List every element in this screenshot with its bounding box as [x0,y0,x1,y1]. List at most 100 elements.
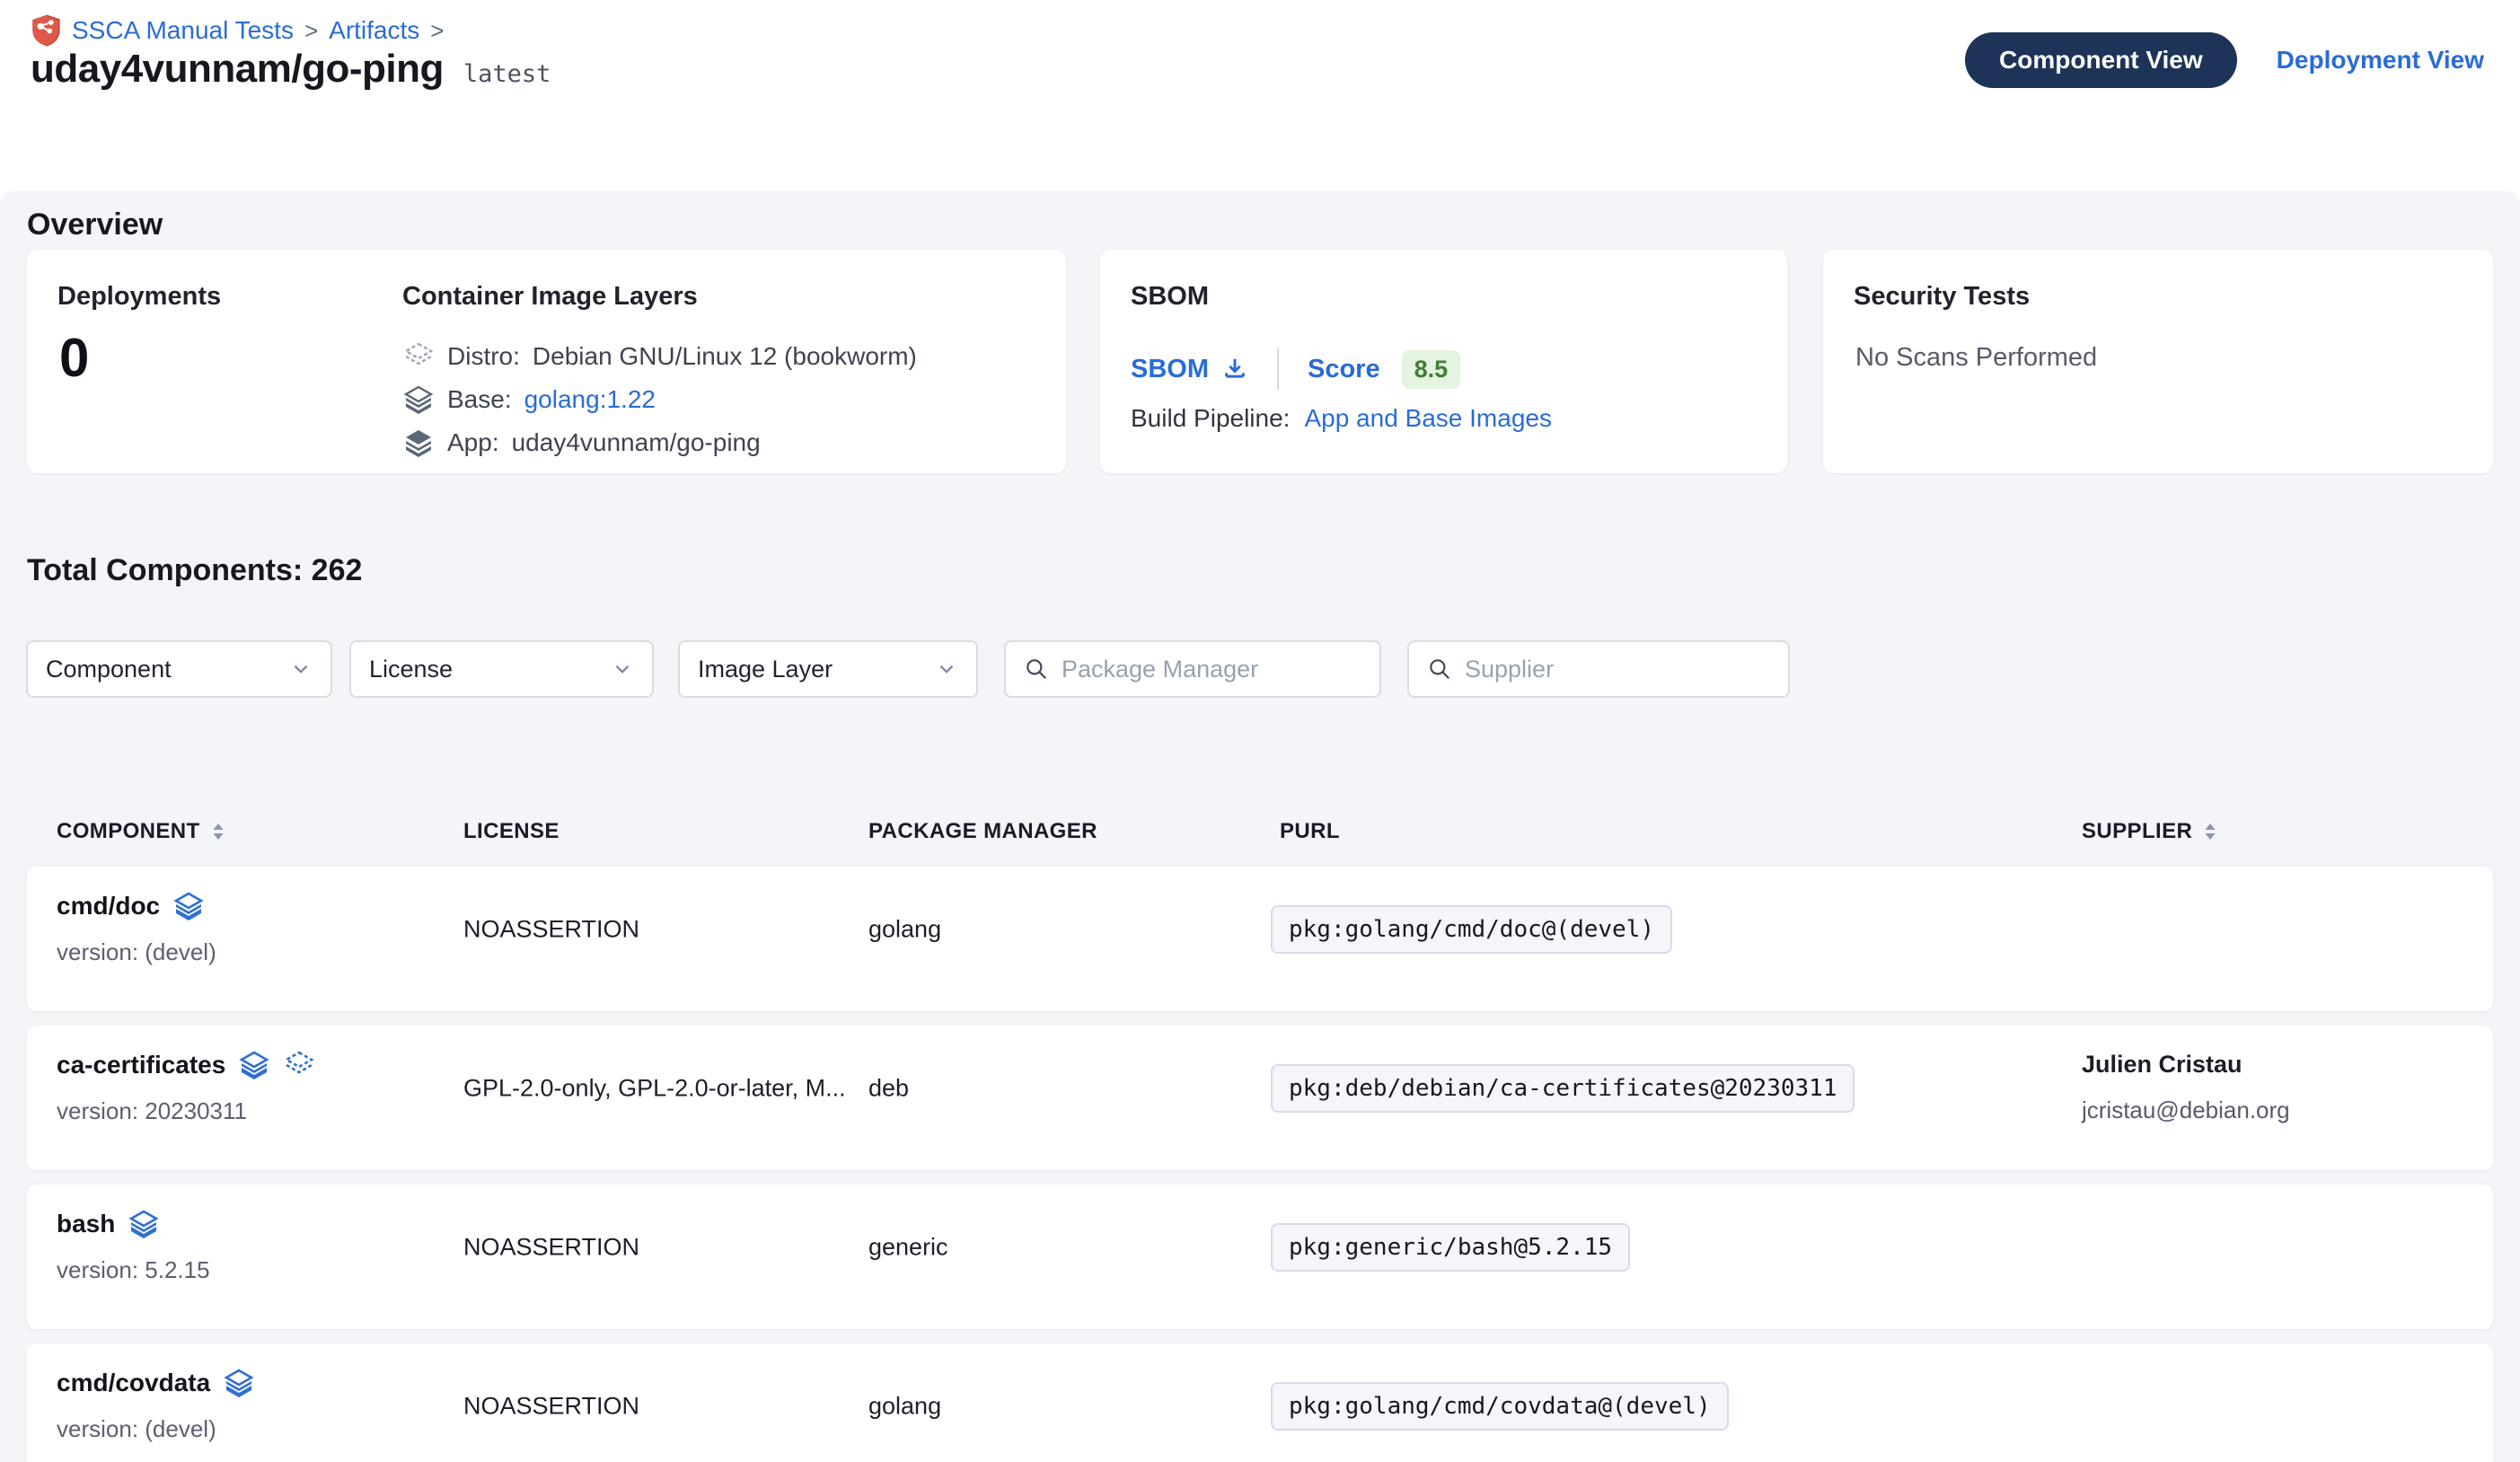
layers-icon [238,1051,270,1079]
purl-cell: pkg:generic/bash@5.2.15 [1271,1223,1630,1272]
layer-label: Base: [447,385,512,414]
breadcrumb-link-artifacts[interactable]: Artifacts [329,16,419,45]
sbom-download-link[interactable]: SBOM [1131,355,1248,384]
breadcrumb-separator: > [430,17,444,45]
breadcrumb-separator: > [304,17,318,45]
table-header: COMPONENT LICENSE PACKAGE MANAGER PURL S… [0,811,2520,852]
divider [1277,348,1279,390]
column-header-license: LICENSE [463,811,560,852]
layer-row: Base: golang:1.22 [402,384,917,415]
artifact-tag: latest [463,60,551,88]
breadcrumb: SSCA Manual Tests > Artifacts > [31,14,444,47]
sbom-score-label: Score [1308,355,1380,384]
component-version: version: 20230311 [57,1097,315,1125]
layer-row: Distro: Debian GNU/Linux 12 (bookworm) [402,341,917,372]
distro-layer-icon [402,342,435,371]
purl-cell: pkg:golang/cmd/covdata@(devel) [1271,1382,1729,1431]
purl-chip: pkg:generic/bash@5.2.15 [1271,1223,1630,1272]
component-version: version: (devel) [57,938,216,966]
image-layer-filter-dropdown[interactable]: Image Layer [678,640,978,698]
page-header: SSCA Manual Tests > Artifacts > uday4vun… [0,0,2520,191]
supplier-cell: Julien Cristau jcristau@debian.org [2082,1051,2290,1124]
security-tests-status: No Scans Performed [1855,343,2097,373]
supplier-email: jcristau@debian.org [2082,1096,2290,1124]
total-components-heading: Total Components: 262 [27,553,362,588]
package-manager-cell: generic [868,1234,948,1262]
app-layer-icon [402,428,435,457]
sbom-score-badge: 8.5 [1402,350,1461,389]
sort-icon[interactable] [2201,820,2219,843]
download-icon [1221,356,1248,383]
component-name: bash [57,1210,115,1238]
page-title: uday4vunnam/go-ping [31,47,444,92]
column-header-supplier: SUPPLIER [2082,811,2219,852]
column-header-purl: PURL [1280,811,1340,852]
breadcrumb-link-ssca[interactable]: SSCA Manual Tests [72,16,294,45]
overview-card: Deployments Container Image Layers 0 Dis… [27,250,1066,473]
table-row[interactable]: ca-certificates version: 20230311 GPL-2.… [27,1026,2493,1170]
component-cell: cmd/covdata version: (devel) [57,1369,255,1443]
base-layer-icon [402,385,435,414]
layer-value-link[interactable]: golang:1.22 [524,385,656,414]
component-name: cmd/covdata [57,1369,210,1397]
sbom-score-row: SBOM Score 8.5 [1131,348,1460,390]
component-version: version: (devel) [57,1415,255,1443]
column-header-component: COMPONENT [57,811,227,852]
deployments-count: 0 [59,327,89,389]
layer-value: Debian GNU/Linux 12 (bookworm) [533,342,917,371]
table-row[interactable]: bash version: 5.2.15 NOASSERTION generic… [27,1185,2493,1329]
package-manager-search[interactable] [1004,640,1381,698]
supplier-search-input[interactable] [1465,656,1770,683]
chevron-down-icon [935,657,958,681]
content-panel: Overview Deployments Container Image Lay… [0,191,2520,1462]
build-pipeline-row: Build Pipeline: App and Base Images [1131,404,1552,433]
components-table-body: cmd/doc version: (devel) NOASSERTION gol… [27,867,2493,1462]
component-cell: bash version: 5.2.15 [57,1210,210,1284]
layer-value: uday4vunnam/go-ping [512,428,761,457]
layers-icon [128,1210,160,1238]
security-tests-card: Security Tests No Scans Performed [1823,250,2493,473]
table-row[interactable]: cmd/covdata version: (devel) NOASSERTION… [27,1343,2493,1462]
component-name: ca-certificates [57,1051,225,1079]
layers-icon [172,892,205,920]
purl-cell: pkg:deb/debian/ca-certificates@20230311 [1271,1064,1855,1113]
package-manager-cell: golang [868,1393,941,1421]
deployments-label: Deployments [57,282,221,312]
purl-chip: pkg:golang/cmd/doc@(devel) [1271,905,1672,954]
license-filter-dropdown[interactable]: License [349,640,654,698]
layer-row: App: uday4vunnam/go-ping [402,427,917,458]
package-manager-cell: golang [868,916,941,944]
chevron-down-icon [289,657,313,681]
license-cell: NOASSERTION [463,1393,639,1421]
sbom-card: SBOM SBOM Score 8.5 Build Pipeline: App … [1100,250,1787,473]
package-manager-search-input[interactable] [1062,656,1361,683]
view-toggle: Component View Deployment View [1965,32,2484,88]
license-cell: GPL-2.0-only, GPL-2.0-or-later, M... [463,1075,846,1103]
layers-icon [223,1369,255,1397]
overview-heading: Overview [27,207,163,242]
layers-dashed-icon [283,1051,315,1079]
component-cell: cmd/doc version: (devel) [57,892,216,966]
build-pipeline-link[interactable]: App and Base Images [1304,404,1552,433]
filters-row: Component License Image Layer [0,640,2520,698]
component-filter-dropdown[interactable]: Component [26,640,332,698]
ssca-shield-icon [31,14,61,47]
ssca-shield-icon [31,14,61,47]
supplier-name: Julien Cristau [2082,1051,2290,1079]
purl-chip: pkg:golang/cmd/covdata@(devel) [1271,1382,1729,1431]
table-row[interactable]: cmd/doc version: (devel) NOASSERTION gol… [27,867,2493,1011]
container-image-layers-label: Container Image Layers [402,282,698,312]
purl-cell: pkg:golang/cmd/doc@(devel) [1271,905,1672,954]
title-row: uday4vunnam/go-ping latest [31,47,551,92]
chevron-down-icon [611,657,634,681]
component-cell: ca-certificates version: 20230311 [57,1051,315,1125]
package-manager-cell: deb [868,1075,909,1103]
sort-icon[interactable] [209,820,227,843]
layer-label: Distro: [447,342,520,371]
supplier-search[interactable] [1407,640,1790,698]
deployment-view-button[interactable]: Deployment View [2277,46,2484,75]
sbom-card-title: SBOM [1131,282,1209,312]
layer-label: App: [447,428,499,457]
component-view-button[interactable]: Component View [1965,32,2237,88]
search-icon [1024,656,1049,682]
